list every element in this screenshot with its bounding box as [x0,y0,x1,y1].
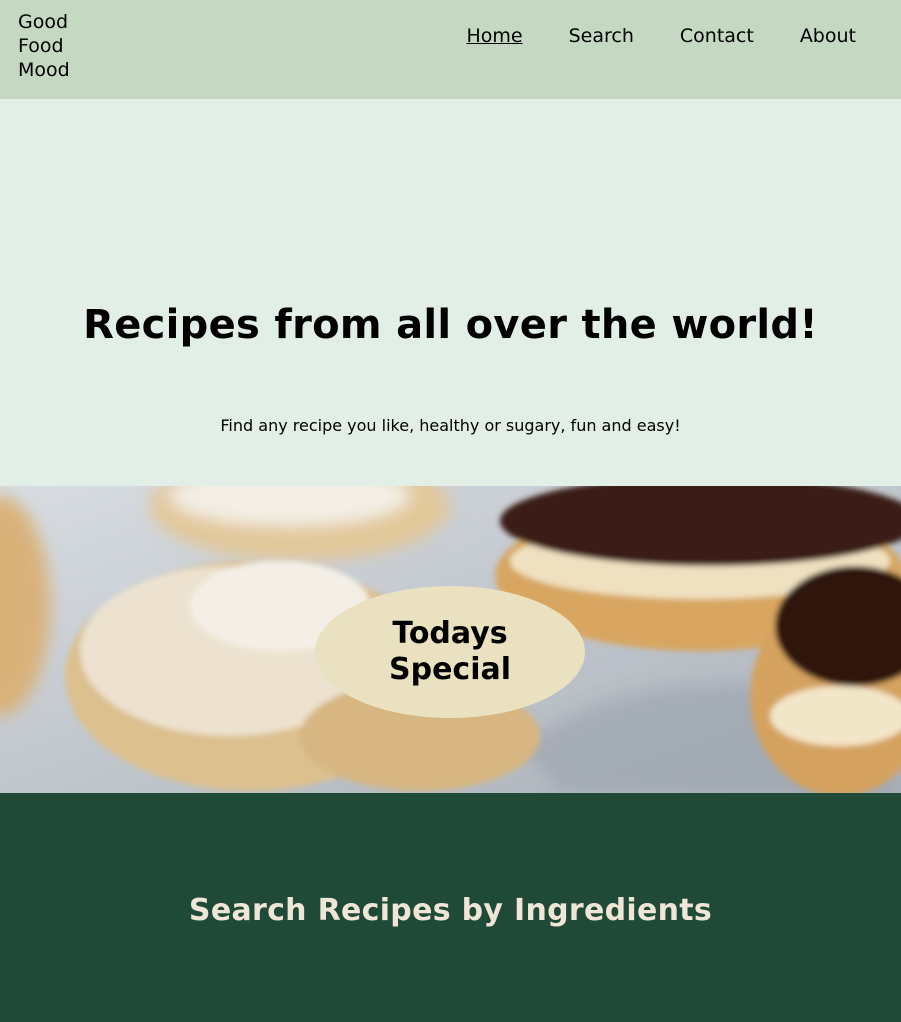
hero-subtitle: Find any recipe you like, healthy or sug… [220,416,681,435]
hero-title: Recipes from all over the world! [83,302,818,348]
logo-line-1: Good [18,11,69,33]
nav-about-link[interactable]: About [800,25,856,47]
todays-special-label: Todays Special [388,616,512,687]
nav-home-link[interactable]: Home [467,25,523,47]
search-section-title: Search Recipes by Ingredients [188,893,713,928]
nav-contact-link[interactable]: Contact [680,25,754,47]
site-logo[interactable]: Good Food Mood [18,10,70,82]
logo-line-2: Food [18,35,64,57]
logo-line-3: Mood [18,59,70,81]
todays-special-section: Todays Special [0,486,901,793]
site-header: Good Food Mood Home Search Contact About [0,0,901,99]
search-by-ingredients-section: Search Recipes by Ingredients [0,793,901,1022]
nav-search-link[interactable]: Search [569,25,634,47]
todays-special-button[interactable]: Todays Special [315,586,585,718]
main-nav: Home Search Contact About [467,0,901,72]
hero-section: Recipes from all over the world! Find an… [0,99,901,486]
